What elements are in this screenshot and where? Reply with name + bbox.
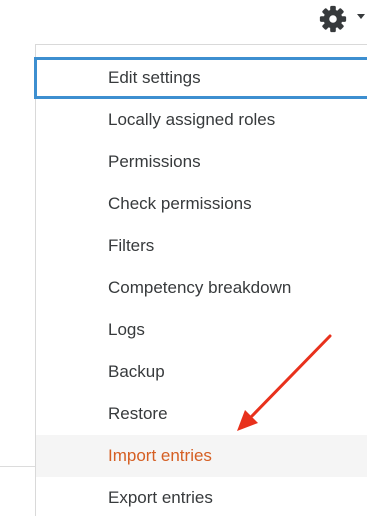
page-divider	[0, 466, 38, 467]
menu-item-import-entries[interactable]: Import entries	[36, 435, 367, 477]
menu-item-export-entries[interactable]: Export entries	[36, 477, 367, 519]
menu-list: Edit settings Locally assigned roles Per…	[36, 57, 367, 519]
menu-item-competency-breakdown[interactable]: Competency breakdown	[36, 267, 367, 309]
settings-dropdown-menu: Edit settings Locally assigned roles Per…	[35, 44, 367, 516]
menu-item-permissions[interactable]: Permissions	[36, 141, 367, 183]
menu-item-check-permissions[interactable]: Check permissions	[36, 183, 367, 225]
menu-item-restore[interactable]: Restore	[36, 393, 367, 435]
menu-item-edit-settings[interactable]: Edit settings	[34, 57, 367, 99]
gear-icon	[319, 5, 347, 33]
settings-menu-toggle[interactable]	[318, 2, 367, 36]
menu-item-locally-assigned-roles[interactable]: Locally assigned roles	[36, 99, 367, 141]
menu-item-filters[interactable]: Filters	[36, 225, 367, 267]
menu-item-backup[interactable]: Backup	[36, 351, 367, 393]
caret-down-icon	[357, 14, 365, 19]
menu-item-logs[interactable]: Logs	[36, 309, 367, 351]
